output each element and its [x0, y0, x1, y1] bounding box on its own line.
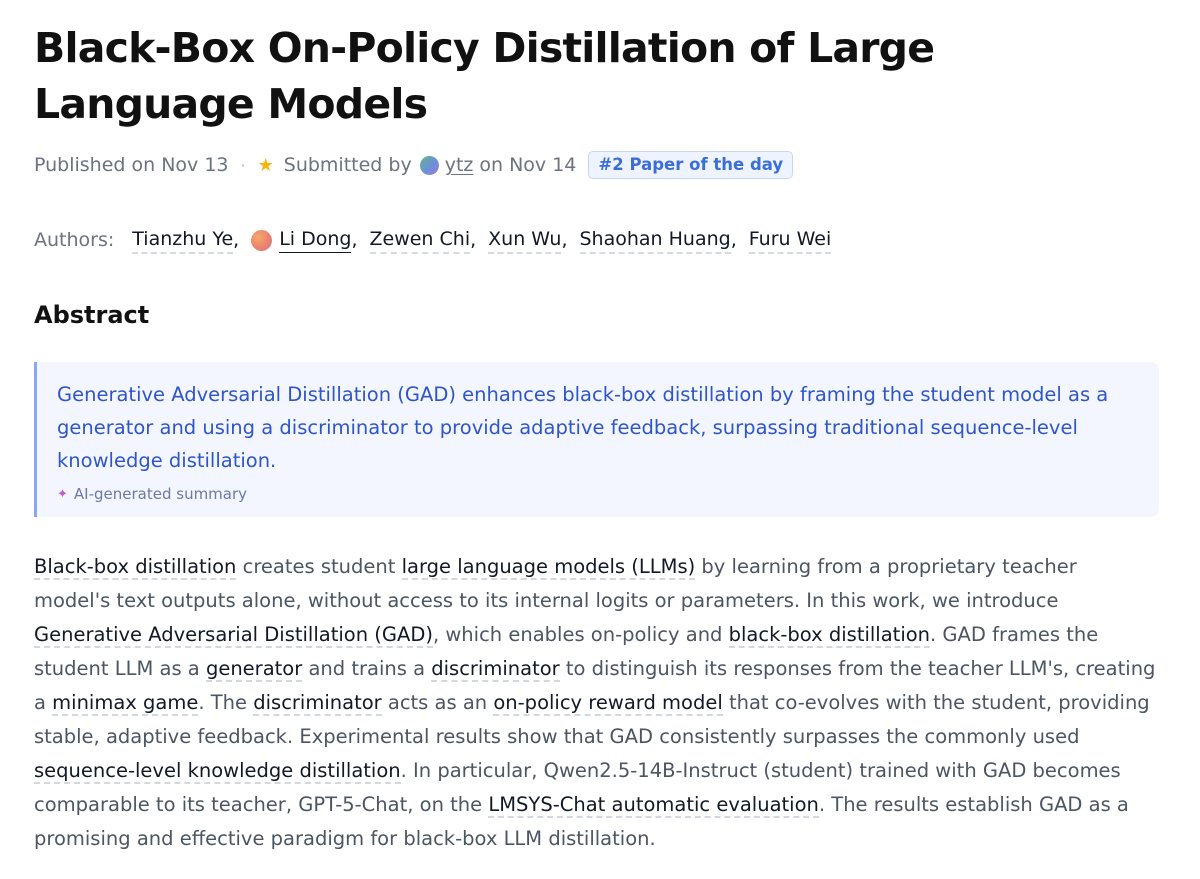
- authors-row: Authors: Tianzhu Ye , Li Dong , Zewen Ch…: [34, 225, 1166, 255]
- abstract-text: Black-box distillation creates student l…: [34, 550, 1159, 856]
- ai-summary-footer: ✦ AI-generated summary: [57, 485, 1139, 503]
- published-date: Published on Nov 13: [34, 154, 229, 176]
- glossary-term-link[interactable]: Black-box distillation: [34, 555, 237, 580]
- author-link[interactable]: Furu Wei: [748, 227, 832, 254]
- paper-page: Black-Box On-Policy Distillation of Larg…: [0, 0, 1200, 879]
- submitted-by-label: Submitted by: [283, 154, 412, 176]
- author-avatar[interactable]: [251, 229, 273, 251]
- glossary-term-link[interactable]: discriminator: [431, 657, 560, 682]
- paper-of-day-badge[interactable]: #2 Paper of the day: [588, 151, 794, 179]
- glossary-term-link[interactable]: LMSYS-Chat automatic evaluation: [488, 793, 819, 818]
- ai-summary-text: Generative Adversarial Distillation (GAD…: [57, 383, 1109, 472]
- authors-label: Authors:: [34, 229, 115, 251]
- abstract-text-segment: and trains a: [302, 657, 432, 680]
- author-separator: ,: [470, 229, 477, 251]
- sparkle-icon: ✦: [57, 486, 68, 502]
- submitter-avatar[interactable]: [419, 155, 439, 175]
- submitted-date: on Nov 14: [479, 154, 577, 176]
- paper-meta: Published on Nov 13 · ★ Submitted by ytz…: [34, 150, 1166, 180]
- paper-title: Black-Box On-Policy Distillation of Larg…: [34, 24, 935, 128]
- glossary-term-link[interactable]: large language models (LLMs): [401, 555, 696, 580]
- ai-summary-label: AI-generated summary: [73, 485, 248, 503]
- glossary-term-link[interactable]: generator: [205, 657, 303, 682]
- abstract-text-segment: creates student: [236, 555, 402, 578]
- abstract-text-segment: . The: [198, 691, 254, 714]
- glossary-term-link[interactable]: black-box distillation: [728, 623, 931, 648]
- glossary-term-link[interactable]: sequence-level knowledge distillation: [34, 759, 401, 784]
- glossary-term-link[interactable]: discriminator: [253, 691, 382, 716]
- author-link[interactable]: Li Dong: [279, 227, 352, 253]
- author-separator: ,: [561, 229, 568, 251]
- abstract-heading: Abstract: [34, 301, 150, 329]
- submitter-link[interactable]: ytz: [445, 154, 474, 176]
- author-separator: ,: [233, 229, 240, 251]
- author-link[interactable]: Shaohan Huang: [579, 227, 731, 254]
- author-link[interactable]: Xun Wu: [488, 227, 562, 254]
- author-separator: ,: [730, 229, 737, 251]
- meta-separator: ·: [240, 155, 246, 175]
- author-separator: ,: [351, 229, 358, 251]
- glossary-term-link[interactable]: on-policy reward model: [493, 691, 723, 716]
- author-link[interactable]: Zewen Chi: [369, 227, 471, 254]
- abstract-text-segment: acts as an: [381, 691, 494, 714]
- author-link[interactable]: Tianzhu Ye: [132, 227, 234, 254]
- abstract-text-segment: , which enables on-policy and: [432, 623, 729, 646]
- ai-summary-box: Generative Adversarial Distillation (GAD…: [34, 362, 1159, 517]
- glossary-term-link[interactable]: Generative Adversarial Distillation (GAD…: [34, 623, 433, 648]
- glossary-term-link[interactable]: minimax game: [52, 691, 199, 716]
- star-icon: ★: [257, 154, 274, 176]
